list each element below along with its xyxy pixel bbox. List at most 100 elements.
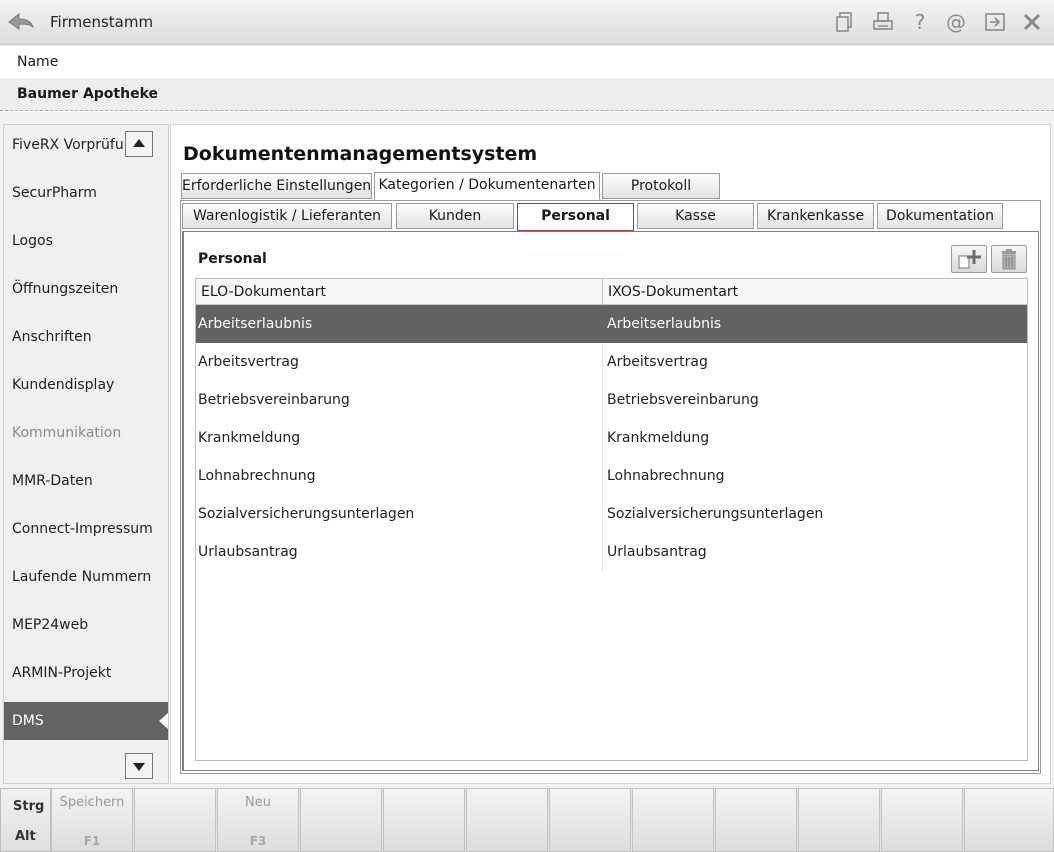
sidebar-item-label: MMR-Daten <box>12 473 93 489</box>
sidebar-item-oeffnungszeiten[interactable]: Öffnungszeiten <box>4 270 168 308</box>
fkey-number: F1 <box>83 834 101 848</box>
cell-elo: Sozialversicherungsunterlagen <box>198 506 415 522</box>
sidebar-item-armin-projekt[interactable]: ARMIN-Projekt <box>4 654 168 692</box>
fkey-f6[interactable] <box>466 788 548 852</box>
sidebar-item-anschriften[interactable]: Anschriften <box>4 318 168 356</box>
sidebar-item-kundendisplay[interactable]: Kundendisplay <box>4 366 168 404</box>
cell-elo: Arbeitsvertrag <box>198 354 299 370</box>
sidebar-item-mmr-daten[interactable]: MMR-Daten <box>4 462 168 500</box>
tab-kategorien-dokumentenarten[interactable]: Kategorien / Dokumentenarten <box>374 172 600 200</box>
cell-elo: Lohnabrechnung <box>198 468 316 484</box>
title-bar: Firmenstamm ? @ <box>0 0 1054 45</box>
document-type-table: ELO-Dokumentart IXOS-Dokumentart Arbeits… <box>195 278 1028 761</box>
sidebar-item-logos[interactable]: Logos <box>4 222 168 260</box>
page-title: Dokumentenmanagementsystem <box>183 143 538 165</box>
sidebar-item-connect-impressum[interactable]: Connect-Impressum <box>4 510 168 548</box>
fkey-f11[interactable] <box>881 788 963 852</box>
company-name: Baumer Apotheke <box>17 86 159 102</box>
cell-elo: Krankmeldung <box>198 430 301 446</box>
fkey-f8[interactable] <box>632 788 714 852</box>
table-row[interactable]: Krankmeldung Krankmeldung <box>196 419 1027 457</box>
fkey-label: Neu <box>245 795 271 810</box>
modifier-key-indicator: Strg Alt <box>0 788 51 852</box>
export-window-icon[interactable] <box>984 11 1006 33</box>
cell-ixos: Arbeitserlaubnis <box>607 316 722 332</box>
name-value-bar: Baumer Apotheke <box>0 78 1054 111</box>
fkey-f10[interactable] <box>798 788 880 852</box>
fkey-f1-speichern[interactable]: Speichern F1 <box>51 788 133 852</box>
sidebar-item-label: SecurPharm <box>12 185 97 201</box>
sidebar-item-dms[interactable]: DMS <box>4 702 168 740</box>
arrow-down-icon <box>133 763 145 771</box>
fkey-f3-neu[interactable]: Neu F3 <box>217 788 299 852</box>
copy-document-icon[interactable] <box>834 11 856 33</box>
sidebar-item-label: FiveRX Vorprüfung <box>12 137 142 153</box>
table-header: ELO-Dokumentart IXOS-Dokumentart <box>196 279 1027 305</box>
table-row[interactable]: Arbeitserlaubnis Arbeitserlaubnis <box>196 305 1027 343</box>
tab-panel: Warenlogistik / Lieferanten Kunden Perso… <box>180 200 1041 774</box>
personal-panel: Personal ELO-Dokumentart IXOS-Dokumentar… <box>182 231 1039 771</box>
tab-protokoll[interactable]: Protokoll <box>602 173 720 199</box>
subtab-warenlogistik[interactable]: Warenlogistik / Lieferanten <box>182 203 392 229</box>
name-label: Name <box>17 54 59 70</box>
cell-ixos: Betriebsvereinbarung <box>607 392 759 408</box>
sidebar-item-mep24web[interactable]: MEP24web <box>4 606 168 644</box>
fkey-f4[interactable] <box>300 788 382 852</box>
sidebar-item-kommunikation: Kommunikation <box>4 414 168 452</box>
sidebar-item-label: Connect-Impressum <box>12 521 153 537</box>
company-header: Name Baumer Apotheke <box>0 46 1054 112</box>
cell-ixos: Arbeitsvertrag <box>607 354 708 370</box>
trash-icon <box>1002 249 1016 270</box>
modifier-strg: Strg <box>13 799 45 814</box>
fkey-f12[interactable] <box>964 788 1054 852</box>
sidebar-item-label: Kommunikation <box>12 425 122 441</box>
cell-elo: Betriebsvereinbarung <box>198 392 350 408</box>
section-title: Personal <box>198 251 267 267</box>
print-icon[interactable] <box>872 11 894 33</box>
function-key-bar: Strg Alt Speichern F1 Neu F3 <box>0 788 1054 852</box>
subtab-krankenkasse[interactable]: Krankenkasse <box>757 203 874 229</box>
sidebar-item-label: DMS <box>12 713 44 729</box>
table-row[interactable]: Betriebsvereinbarung Betriebsvereinbarun… <box>196 381 1027 419</box>
delete-button[interactable] <box>991 245 1027 273</box>
scroll-up-button[interactable] <box>125 131 153 157</box>
sidebar-item-securpharm[interactable]: SecurPharm <box>4 174 168 212</box>
fkey-f2[interactable] <box>134 788 216 852</box>
cell-ixos: Urlaubsantrag <box>607 544 707 560</box>
sidebar-item-label: Öffnungszeiten <box>12 281 119 297</box>
add-button[interactable] <box>951 245 987 273</box>
subtab-kasse[interactable]: Kasse <box>637 203 754 229</box>
arrow-up-icon <box>133 139 145 147</box>
subtab-dokumentation[interactable]: Dokumentation <box>877 203 1003 229</box>
fkey-number: F3 <box>249 834 267 848</box>
sidebar: FiveRX Vorprüfung SecurPharm Logos Öffnu… <box>3 124 169 784</box>
column-header-ixos[interactable]: IXOS-Dokumentart <box>603 279 1027 305</box>
cell-ixos: Sozialversicherungsunterlagen <box>607 506 824 522</box>
modifier-alt: Alt <box>15 829 36 844</box>
main-content: Dokumentenmanagementsystem Erforderliche… <box>170 124 1051 784</box>
table-row[interactable]: Lohnabrechnung Lohnabrechnung <box>196 457 1027 495</box>
back-arrow-icon[interactable] <box>6 9 36 35</box>
table-row[interactable]: Arbeitsvertrag Arbeitsvertrag <box>196 343 1027 381</box>
help-icon[interactable]: ? <box>909 11 931 33</box>
fkey-f5[interactable] <box>383 788 465 852</box>
scroll-down-button[interactable] <box>125 753 153 779</box>
fkey-f7[interactable] <box>549 788 631 852</box>
add-document-icon <box>958 250 981 269</box>
at-email-icon[interactable]: @ <box>945 11 967 33</box>
fkey-f9[interactable] <box>715 788 797 852</box>
cell-elo: Urlaubsantrag <box>198 544 298 560</box>
sidebar-item-label: Anschriften <box>12 329 92 345</box>
sidebar-item-label: Laufende Nummern <box>12 569 152 585</box>
column-header-elo[interactable]: ELO-Dokumentart <box>196 279 602 305</box>
sidebar-item-laufende-nummern[interactable]: Laufende Nummern <box>4 558 168 596</box>
close-icon[interactable] <box>1021 11 1043 33</box>
fkey-label: Speichern <box>59 795 125 810</box>
tab-erforderliche-einstellungen[interactable]: Erforderliche Einstellungen <box>181 173 372 199</box>
table-row[interactable]: Sozialversicherungsunterlagen Sozialvers… <box>196 495 1027 533</box>
table-row[interactable]: Urlaubsantrag Urlaubsantrag <box>196 533 1027 571</box>
subtab-kunden[interactable]: Kunden <box>396 203 514 229</box>
cell-ixos: Krankmeldung <box>607 430 710 446</box>
sidebar-item-label: Kundendisplay <box>12 377 115 393</box>
subtab-personal[interactable]: Personal <box>517 203 634 231</box>
